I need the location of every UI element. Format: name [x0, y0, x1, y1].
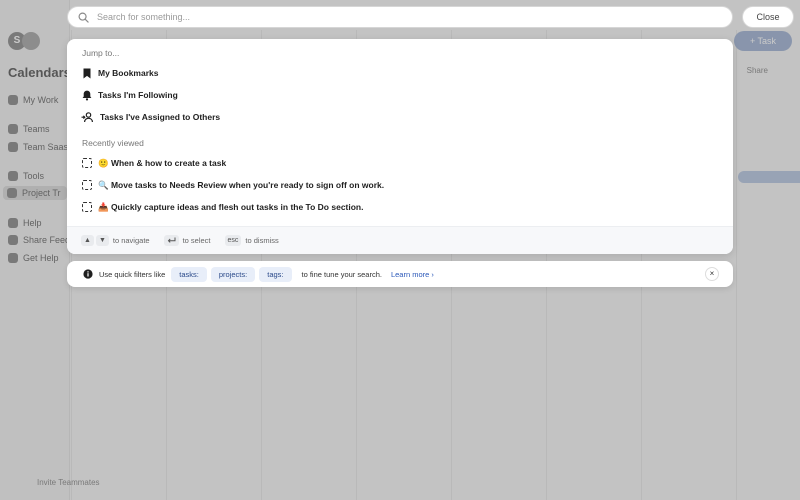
jump-item-label: Tasks I've Assigned to Others [100, 112, 221, 122]
task-icon [81, 180, 92, 191]
recent-item[interactable]: 🔍 Move tasks to Needs Review when you're… [67, 175, 733, 195]
tip-prefix: Use quick filters like [99, 269, 166, 279]
filter-chip-tasks[interactable]: tasks: [171, 266, 207, 282]
recent-item-label: 📥 Quickly capture ideas and flesh out ta… [98, 201, 364, 212]
task-icon [81, 158, 92, 169]
select-hint: to select [182, 236, 211, 245]
arrow-up-key-icon: ▲ [81, 235, 94, 246]
search-input[interactable] [97, 12, 697, 22]
jump-to-label: Jump to... [82, 48, 120, 58]
bell-icon [81, 90, 92, 101]
jump-item-following[interactable]: Tasks I'm Following [67, 85, 733, 105]
assign-user-icon [81, 111, 94, 123]
quick-filter-tip: Use quick filters like tasks: projects: … [67, 261, 733, 287]
bookmark-icon [81, 68, 92, 79]
search-bar [67, 6, 733, 28]
filter-chip-projects[interactable]: projects: [210, 266, 256, 282]
esc-key: esc [224, 235, 242, 246]
task-icon [81, 202, 92, 213]
jump-item-label: My Bookmarks [98, 68, 159, 78]
keyboard-hints: ▲ ▼ to navigate to select esc to dismiss [67, 226, 733, 254]
recent-item[interactable]: 📥 Quickly capture ideas and flesh out ta… [67, 197, 733, 217]
dismiss-hint: to dismiss [245, 236, 279, 245]
dismiss-tip-button[interactable]: × [705, 267, 719, 281]
recent-item[interactable]: 🙂 When & how to create a task [67, 153, 733, 173]
filter-chip-tags[interactable]: tags: [259, 266, 292, 282]
enter-key-icon [163, 235, 179, 246]
arrow-down-key-icon: ▼ [95, 235, 109, 246]
navigate-hint: to navigate [112, 236, 150, 245]
jump-item-bookmarks[interactable]: My Bookmarks [67, 63, 733, 83]
tip-suffix: to fine tune your search. [301, 269, 382, 279]
jump-item-assigned[interactable]: Tasks I've Assigned to Others [67, 107, 733, 127]
recently-viewed-label: Recently viewed [82, 138, 144, 148]
jump-item-label: Tasks I'm Following [98, 90, 178, 100]
search-icon [78, 12, 89, 23]
info-icon [82, 269, 93, 280]
close-button[interactable]: Close [742, 6, 794, 28]
recent-item-label: 🙂 When & how to create a task [98, 157, 227, 168]
learn-more-link[interactable]: Learn more › [391, 270, 434, 279]
search-results-panel: Jump to... My Bookmarks Tasks I'm Follow… [67, 39, 733, 254]
recent-item-label: 🔍 Move tasks to Needs Review when you're… [98, 179, 385, 190]
